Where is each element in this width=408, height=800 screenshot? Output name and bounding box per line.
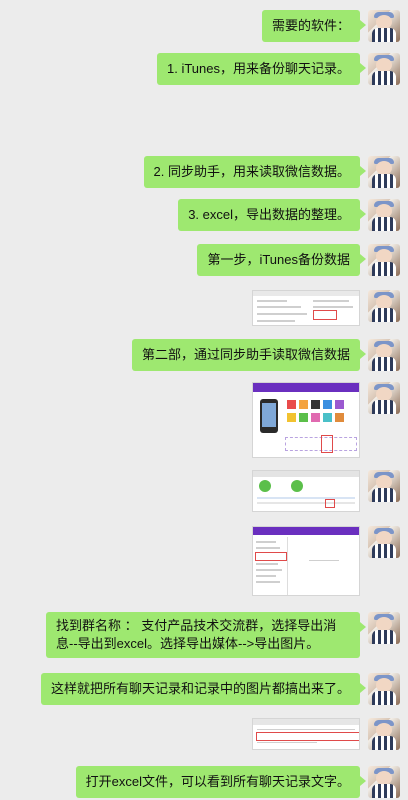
message-bubble[interactable]: 打开excel文件，可以看到所有聊天记录文字。	[75, 766, 367, 798]
avatar[interactable]	[368, 199, 400, 231]
message-row: 需要的软件：	[0, 10, 408, 42]
message-row	[0, 290, 408, 326]
message-row: 2. 同步助手，用来读取微信数据。	[0, 156, 408, 188]
message-bubble[interactable]: 第二部，通过同步助手读取微信数据	[131, 339, 367, 371]
message-row: 找到群名称 ： 支付产品技术交流群，选择导出消息--导出到excel。选择导出媒…	[0, 612, 408, 658]
message-row: 3. excel，导出数据的整理。	[0, 199, 408, 231]
avatar[interactable]	[368, 470, 400, 502]
image-message-itunes-backup[interactable]	[252, 290, 360, 326]
avatar[interactable]	[368, 244, 400, 276]
avatar[interactable]	[368, 339, 400, 371]
message-row: 打开excel文件，可以看到所有聊天记录文字。	[0, 766, 408, 798]
message-bubble[interactable]: 1. iTunes，用来备份聊天记录。	[157, 53, 366, 85]
image-message-group-list[interactable]	[252, 526, 360, 596]
message-row	[0, 382, 408, 458]
avatar[interactable]	[368, 612, 400, 644]
message-row: 1. iTunes，用来备份聊天记录。	[0, 53, 408, 85]
message-row	[0, 718, 408, 750]
image-message-wechat-data[interactable]	[252, 470, 360, 512]
message-bubble[interactable]: 找到群名称 ： 支付产品技术交流群，选择导出消息--导出到excel。选择导出媒…	[46, 612, 366, 658]
message-bubble[interactable]: 第一步，iTunes备份数据	[197, 244, 366, 276]
message-bubble[interactable]: 这样就把所有聊天记录和记录中的图片都搞出来了。	[40, 673, 367, 705]
image-message-sync-assistant[interactable]	[252, 382, 360, 458]
message-row: 第一步，iTunes备份数据	[0, 244, 408, 276]
message-bubble[interactable]: 需要的软件：	[261, 10, 367, 42]
message-bubble[interactable]: 3. excel，导出数据的整理。	[178, 199, 366, 231]
message-row: 这样就把所有聊天记录和记录中的图片都搞出来了。	[0, 673, 408, 705]
avatar[interactable]	[368, 766, 400, 798]
avatar[interactable]	[368, 718, 400, 750]
message-bubble[interactable]: 2. 同步助手，用来读取微信数据。	[143, 156, 367, 188]
message-row: 第二部，通过同步助手读取微信数据	[0, 339, 408, 371]
message-row	[0, 470, 408, 512]
avatar[interactable]	[368, 526, 400, 558]
image-message-excel-files[interactable]	[252, 718, 360, 750]
chat-screen: { "messages": [ {"text": "需要的软件："}, {"te…	[0, 0, 408, 800]
avatar[interactable]	[368, 10, 400, 42]
avatar[interactable]	[368, 290, 400, 322]
avatar[interactable]	[368, 53, 400, 85]
avatar[interactable]	[368, 673, 400, 705]
message-row	[0, 526, 408, 596]
avatar[interactable]	[368, 156, 400, 188]
avatar[interactable]	[368, 382, 400, 414]
